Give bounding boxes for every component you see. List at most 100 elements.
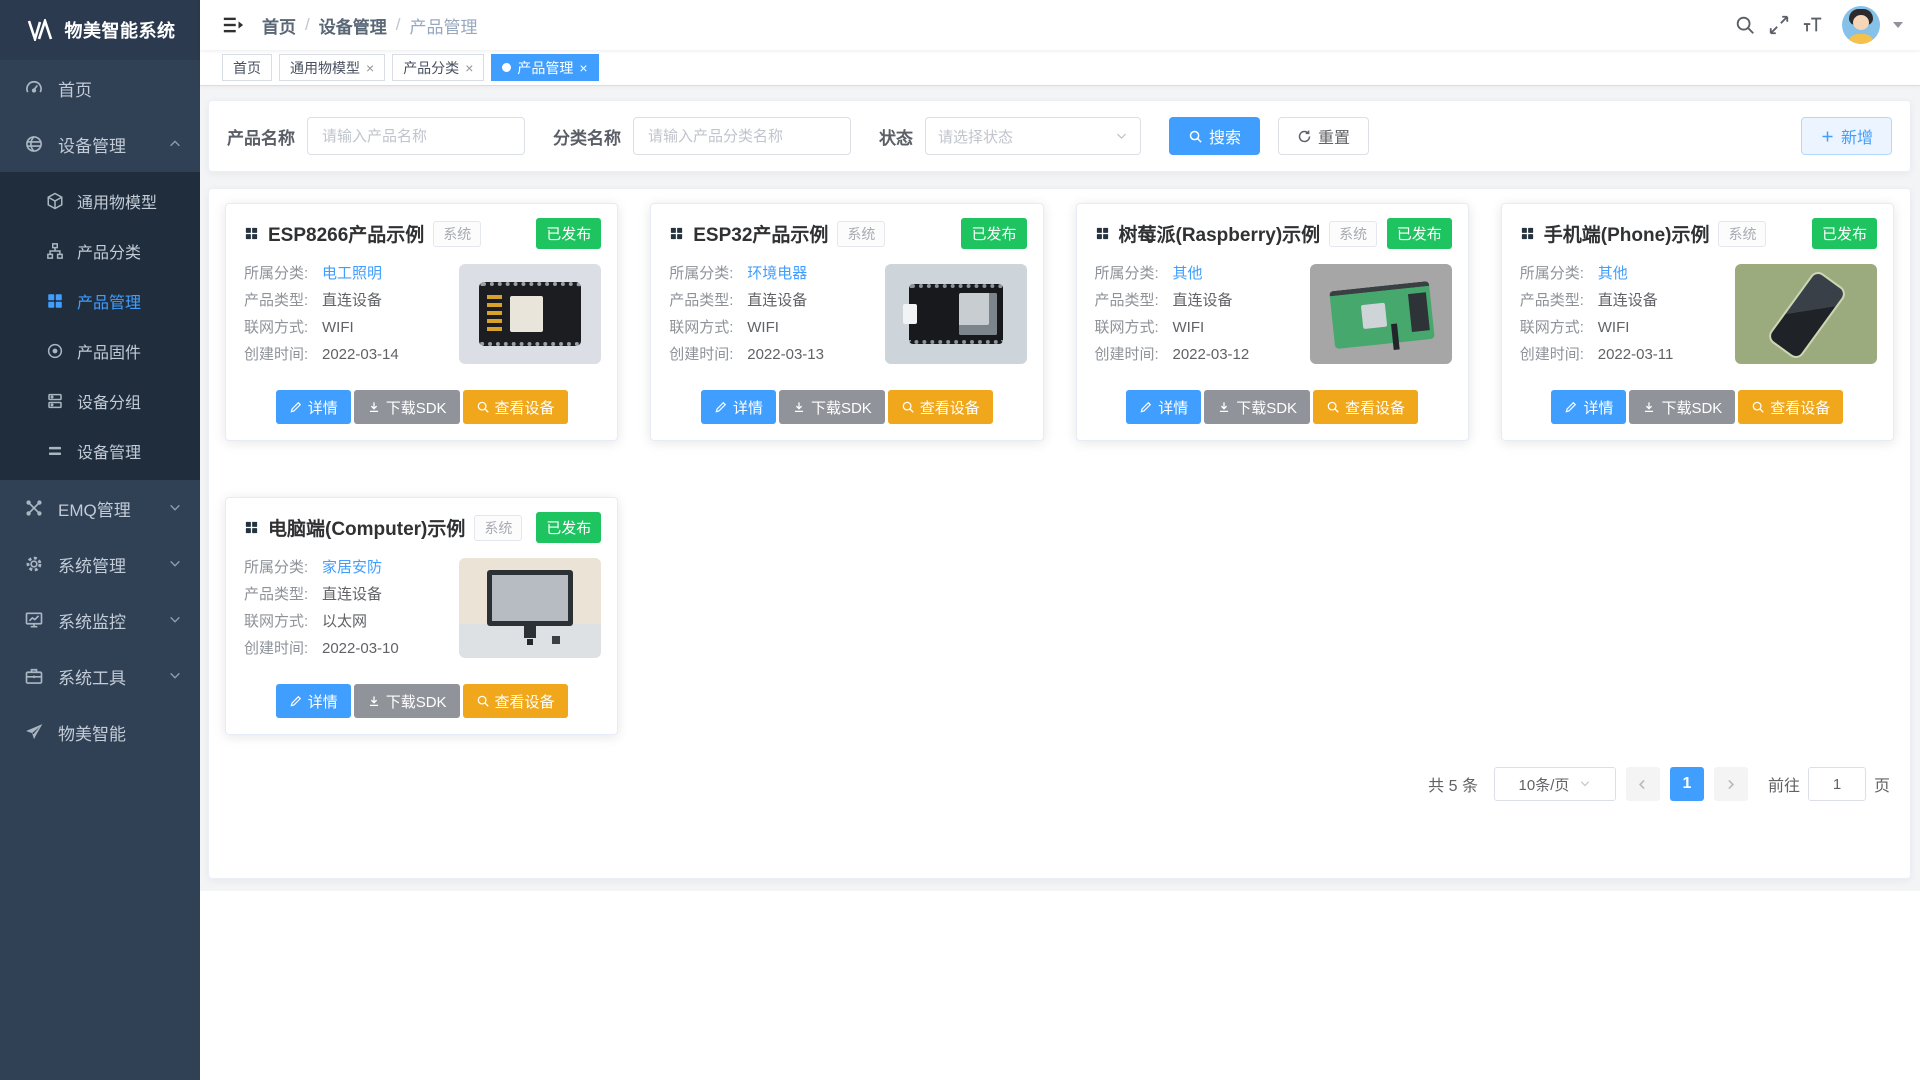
search-button-label: 搜索: [1209, 124, 1241, 148]
chevron-down-icon: [168, 557, 182, 571]
field-label: 产品类型:: [669, 287, 747, 314]
close-icon[interactable]: ×: [579, 61, 587, 75]
sidebar-item-label: 首页: [58, 76, 92, 101]
category-link[interactable]: 电工照明: [322, 260, 382, 287]
sidebar-item-system-monitor[interactable]: 系统监控: [0, 592, 200, 648]
breadcrumb-device-mgmt[interactable]: 设备管理: [319, 13, 387, 38]
product-image-computer: [459, 558, 601, 658]
detail-button[interactable]: 详情: [276, 684, 351, 718]
next-page-button[interactable]: [1714, 767, 1748, 801]
download-icon: [367, 694, 381, 708]
sidebar-item-emq[interactable]: EMQ管理: [0, 480, 200, 536]
app-logo[interactable]: 物美智能系统: [0, 0, 200, 60]
close-icon[interactable]: ×: [366, 61, 374, 75]
detail-label: 详情: [308, 691, 338, 712]
sidebar-item-label: 设备分组: [77, 389, 141, 413]
reset-button[interactable]: 重置: [1278, 117, 1369, 155]
page-size-value: 10条/页: [1519, 774, 1570, 795]
view-devices-label: 查看设备: [495, 397, 555, 418]
view-devices-button[interactable]: 查看设备: [888, 390, 993, 424]
sidebar-item-device-group[interactable]: 设备分组: [0, 376, 200, 426]
detail-button[interactable]: 详情: [276, 390, 351, 424]
sidebar-item-device-mgmt[interactable]: 设备管理: [0, 116, 200, 172]
user-avatar[interactable]: [1842, 6, 1880, 44]
breadcrumb-current: 产品管理: [409, 13, 477, 38]
edit-icon: [1564, 400, 1578, 414]
download-sdk-button[interactable]: 下载SDK: [779, 390, 885, 424]
detail-button[interactable]: 详情: [701, 390, 776, 424]
download-sdk-button[interactable]: 下载SDK: [354, 684, 460, 718]
add-button-label: 新增: [1841, 124, 1873, 148]
category-link[interactable]: 家居安防: [322, 554, 382, 581]
search-button[interactable]: 搜索: [1169, 117, 1260, 155]
navbar: 首页 / 设备管理 / 产品管理: [200, 0, 1920, 50]
goto-suffix: 页: [1874, 772, 1890, 796]
chevron-down-icon: [1579, 778, 1591, 790]
breadcrumb-home[interactable]: 首页: [262, 13, 296, 38]
search-icon: [901, 400, 915, 414]
fullscreen-icon[interactable]: [1768, 14, 1790, 36]
product-image-raspberry: [1310, 264, 1452, 364]
prev-page-button[interactable]: [1626, 767, 1660, 801]
tab-label: 首页: [233, 58, 261, 78]
detail-button[interactable]: 详情: [1551, 390, 1626, 424]
view-devices-button[interactable]: 查看设备: [463, 390, 568, 424]
reset-button-label: 重置: [1318, 124, 1350, 148]
sidebar-item-product-firmware[interactable]: 产品固件: [0, 326, 200, 376]
product-image-art: [479, 282, 581, 346]
filter-label: 产品名称: [227, 124, 295, 149]
category-link[interactable]: 其他: [1173, 260, 1203, 287]
field-value: 2022-03-10: [322, 635, 399, 662]
tab-product-mgmt[interactable]: 产品管理 ×: [491, 54, 598, 81]
download-sdk-button[interactable]: 下载SDK: [1204, 390, 1310, 424]
sidebar-item-thing-model[interactable]: 通用物模型: [0, 176, 200, 226]
tab-home[interactable]: 首页: [222, 54, 272, 81]
download-sdk-button[interactable]: 下载SDK: [354, 390, 460, 424]
add-button[interactable]: 新增: [1801, 117, 1892, 155]
chevron-down-icon: [168, 613, 182, 627]
sidebar-item-wumei[interactable]: 物美智能: [0, 704, 200, 760]
product-image-esp32: [885, 264, 1027, 364]
field-label: 产品类型:: [244, 581, 322, 608]
sidebar-collapse-icon[interactable]: [222, 14, 244, 36]
sidebar-item-system-tools[interactable]: 系统工具: [0, 648, 200, 704]
product-name-input[interactable]: [307, 117, 525, 155]
field-label: 产品类型:: [244, 287, 322, 314]
field-value: 直连设备: [322, 287, 382, 314]
status-select-placeholder: 请选择状态: [938, 126, 1013, 147]
products-panel: ESP8266产品示例 系统 已发布 所属分类:电工照明 产品类型:直连设备 联…: [208, 188, 1911, 879]
sidebar-item-home[interactable]: 首页: [0, 60, 200, 116]
pagination: 共 5 条 10条/页 1 前往 页: [229, 767, 1890, 801]
page-number-button[interactable]: 1: [1670, 767, 1704, 801]
close-icon[interactable]: ×: [465, 61, 473, 75]
sidebar-item-product-category[interactable]: 产品分类: [0, 226, 200, 276]
tab-product-category[interactable]: 产品分类 ×: [392, 54, 484, 81]
category-name-input[interactable]: [633, 117, 851, 155]
view-devices-button[interactable]: 查看设备: [463, 684, 568, 718]
goto-page-input[interactable]: [1808, 767, 1866, 801]
view-devices-button[interactable]: 查看设备: [1738, 390, 1843, 424]
sidebar-submenu: 通用物模型 产品分类 产品管理 产品固件: [0, 172, 200, 480]
field-label: 所属分类:: [1520, 260, 1598, 287]
firmware-icon: [46, 342, 64, 360]
edit-icon: [289, 694, 303, 708]
sidebar-item-device-mgmt-sub[interactable]: 设备管理: [0, 426, 200, 476]
download-sdk-button[interactable]: 下载SDK: [1629, 390, 1735, 424]
category-link[interactable]: 环境电器: [747, 260, 807, 287]
dashboard-icon: [24, 78, 44, 98]
sidebar-item-system-mgmt[interactable]: 系统管理: [0, 536, 200, 592]
sidebar-item-product-mgmt[interactable]: 产品管理: [0, 276, 200, 326]
sidebar-item-label: EMQ管理: [58, 496, 131, 521]
tab-thing-model[interactable]: 通用物模型 ×: [279, 54, 385, 81]
page-size-select[interactable]: 10条/页: [1494, 767, 1616, 801]
field-label: 所属分类:: [1095, 260, 1173, 287]
caret-down-icon[interactable]: [1892, 21, 1904, 29]
view-devices-button[interactable]: 查看设备: [1313, 390, 1418, 424]
download-sdk-label: 下载SDK: [1236, 397, 1297, 418]
font-size-icon[interactable]: [1802, 14, 1824, 36]
status-select[interactable]: 请选择状态: [925, 117, 1141, 155]
category-link[interactable]: 其他: [1598, 260, 1628, 287]
detail-button[interactable]: 详情: [1126, 390, 1201, 424]
field-label: 创建时间:: [1095, 341, 1173, 368]
search-icon[interactable]: [1734, 14, 1756, 36]
